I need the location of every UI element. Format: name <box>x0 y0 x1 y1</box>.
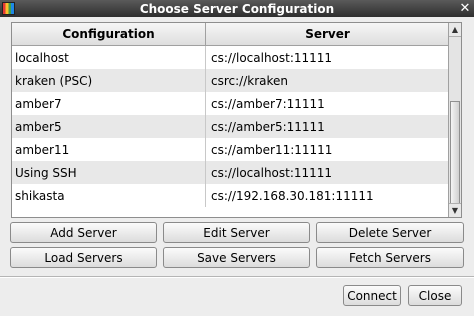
separator <box>0 276 474 278</box>
window-title: Choose Server Configuration <box>139 1 335 16</box>
server-cell: cs://localhost:11111 <box>211 165 333 180</box>
connect-button[interactable]: Connect <box>343 285 401 306</box>
server-table: Configuration Server localhost cs://loca… <box>11 22 462 218</box>
table-row[interactable]: kraken (PSC) csrc://kraken <box>12 69 449 92</box>
configuration-cell: amber5 <box>12 115 206 138</box>
table-row[interactable]: shikasta cs://192.168.30.181:11111 <box>12 184 449 207</box>
close-icon[interactable]: ✕ <box>458 0 472 17</box>
column-header-server[interactable]: Server <box>206 23 449 45</box>
add-server-button[interactable]: Add Server <box>10 222 157 243</box>
title-bar: Choose Server Configuration ✕ <box>0 0 474 17</box>
table-header: Configuration Server <box>12 23 449 46</box>
close-button[interactable]: Close <box>408 285 462 306</box>
configuration-cell: kraken (PSC) <box>12 69 206 92</box>
table-row[interactable]: localhost cs://localhost:11111 <box>12 46 449 69</box>
delete-server-button[interactable]: Delete Server <box>316 222 464 243</box>
server-cell: cs://amber5:11111 <box>211 119 325 134</box>
scrollbar-thumb[interactable] <box>450 101 460 205</box>
server-cell: cs://amber11:11111 <box>211 142 333 157</box>
load-servers-button[interactable]: Load Servers <box>10 247 157 268</box>
server-cell: cs://192.168.30.181:11111 <box>211 188 374 203</box>
edit-server-button[interactable]: Edit Server <box>163 222 310 243</box>
table-row[interactable]: amber11 cs://amber11:11111 <box>12 138 449 161</box>
server-cell: cs://localhost:11111 <box>211 50 333 65</box>
configuration-cell: amber11 <box>12 138 206 161</box>
configuration-cell: Using SSH <box>12 161 206 184</box>
configuration-cell: localhost <box>12 46 206 69</box>
fetch-servers-button[interactable]: Fetch Servers <box>316 247 464 268</box>
scroll-up-icon[interactable]: ▲ <box>449 23 461 37</box>
server-cell: csrc://kraken <box>211 73 288 88</box>
table-row[interactable]: amber5 cs://amber5:11111 <box>12 115 449 138</box>
app-icon[interactable] <box>2 2 15 15</box>
vertical-scrollbar[interactable]: ▲ ▼ <box>448 23 461 217</box>
scroll-down-icon[interactable]: ▼ <box>449 203 461 217</box>
server-cell: cs://amber7:11111 <box>211 96 325 111</box>
configuration-cell: amber7 <box>12 92 206 115</box>
configuration-cell: shikasta <box>12 184 206 207</box>
table-row[interactable]: Using SSH cs://localhost:11111 <box>12 161 449 184</box>
table-row[interactable]: amber7 cs://amber7:11111 <box>12 92 449 115</box>
table-body: localhost cs://localhost:11111 kraken (P… <box>12 46 449 207</box>
column-header-configuration[interactable]: Configuration <box>12 23 206 45</box>
save-servers-button[interactable]: Save Servers <box>163 247 310 268</box>
